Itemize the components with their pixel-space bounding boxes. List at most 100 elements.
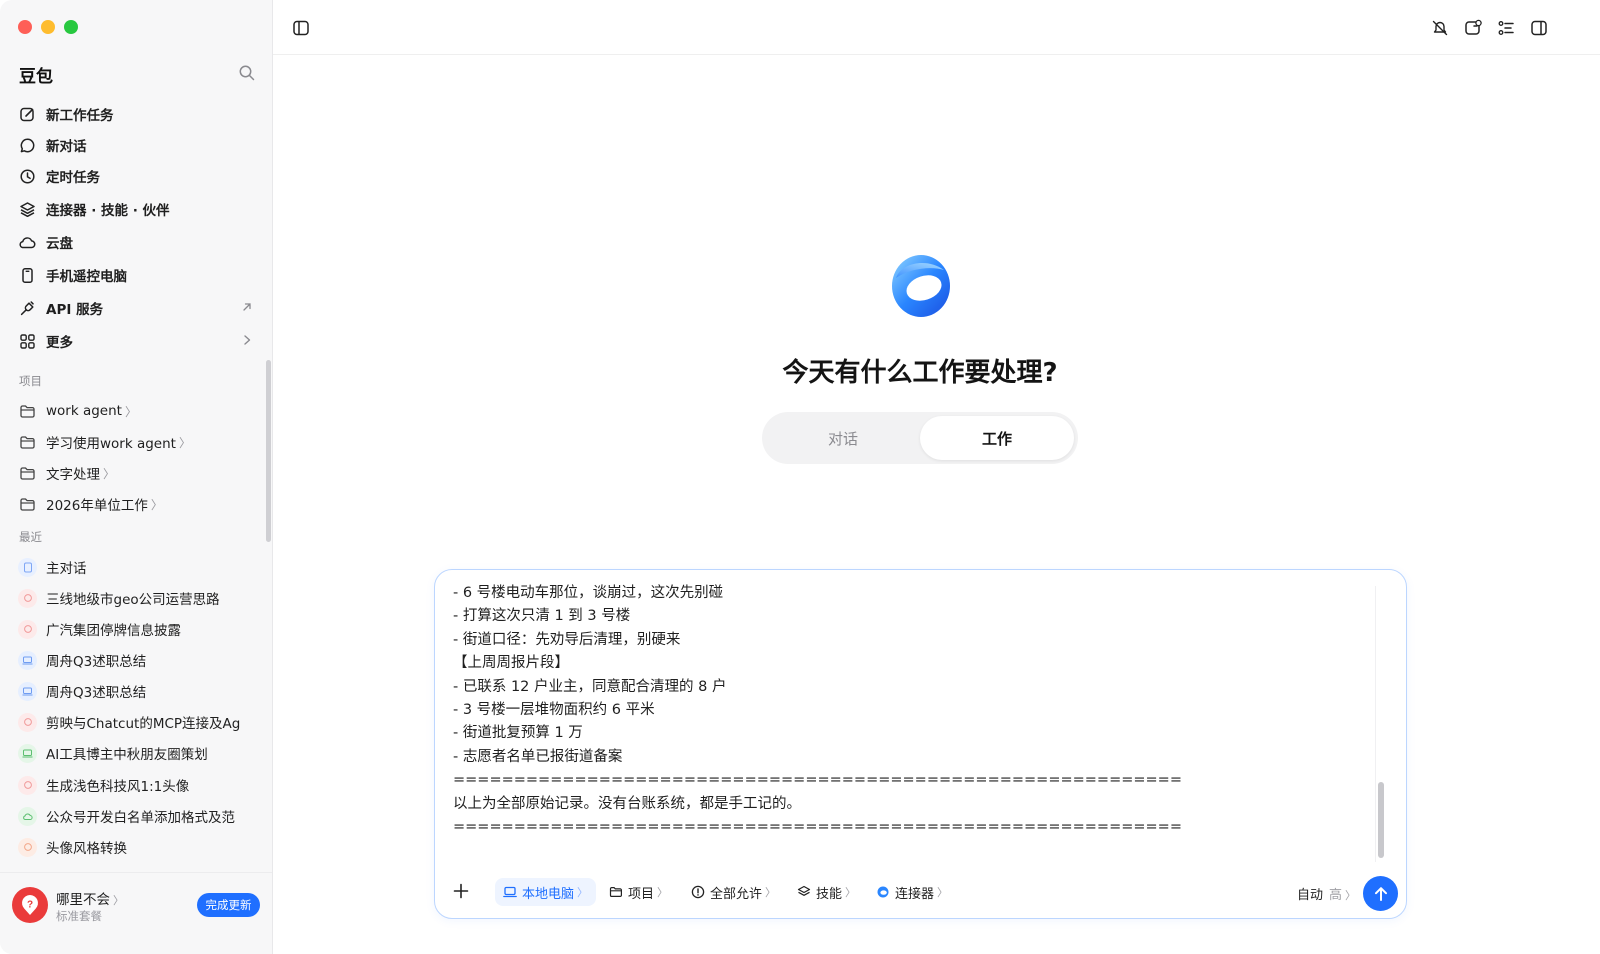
recent-item[interactable]: 三线地级市geo公司运营思路: [18, 585, 260, 611]
plug-icon: [18, 299, 36, 317]
project-item[interactable]: 2026年单位工作 〉: [18, 491, 260, 517]
tab-chat[interactable]: 对话: [766, 416, 920, 460]
window-controls: [18, 20, 78, 34]
tab-work[interactable]: 工作: [920, 416, 1074, 460]
skills-selector[interactable]: 技能 〉: [789, 878, 864, 906]
nav-label: 新工作任务: [46, 108, 114, 124]
laptop-type-icon: [18, 650, 37, 670]
chevron-right-icon: 〉: [103, 466, 116, 481]
project-label: work agent: [46, 403, 122, 419]
svg-text:?: ?: [27, 900, 33, 911]
nav-new-work-task[interactable]: 新工作任务: [18, 100, 260, 128]
mute-notification-icon[interactable]: [1430, 18, 1450, 38]
avatar[interactable]: ?: [12, 887, 48, 923]
composer-line: 【上周周报片段】: [453, 655, 569, 672]
maximize-window-button[interactable]: [64, 20, 78, 34]
recent-item[interactable]: 周舟Q3述职总结: [18, 647, 260, 673]
complete-update-button[interactable]: 完成更新: [197, 893, 260, 917]
minimize-window-button[interactable]: [41, 20, 55, 34]
grid-icon: [18, 332, 36, 350]
toggle-sidebar-icon[interactable]: [291, 18, 311, 38]
new-window-icon[interactable]: [1463, 18, 1483, 38]
connectors-selector[interactable]: 连接器 〉: [868, 878, 956, 906]
recent-item[interactable]: 广汽集团停牌信息披露: [18, 616, 260, 642]
nav-cloud-drive[interactable]: 云盘: [18, 228, 260, 256]
composer-line: - 志愿者名单已报街道备案: [453, 748, 623, 765]
chevron-right-icon: 〉: [657, 886, 669, 899]
send-button[interactable]: [1363, 876, 1398, 911]
chevron-right-icon: 〉: [1345, 889, 1357, 902]
chevron-right-icon: 〉: [178, 435, 191, 450]
folder-icon: [18, 464, 36, 482]
recent-label: 剪映与Chatcut的MCP连接及Ag: [46, 716, 241, 732]
chevron-right-icon: 〉: [765, 886, 777, 899]
recent-label: 周舟Q3述职总结: [46, 654, 147, 670]
nav-phone-remote[interactable]: 手机遥控电脑: [18, 261, 260, 289]
nav-new-chat[interactable]: 新对话: [18, 131, 260, 159]
chevron-right-icon: 〉: [937, 886, 949, 899]
chip-label: 连接器: [895, 886, 935, 902]
recent-item[interactable]: 头像风格转换: [18, 834, 260, 860]
nav-api-service[interactable]: API 服务: [18, 294, 260, 322]
chevron-right-icon: [240, 333, 254, 347]
nav-scheduled-tasks[interactable]: 定时任务: [18, 162, 260, 190]
projects-section-label: 项目: [19, 374, 42, 388]
local-computer-selector[interactable]: 本地电脑 〉: [495, 878, 597, 906]
search-icon[interactable]: [238, 64, 256, 82]
chat-type-icon: [18, 588, 37, 608]
recent-label: 广汽集团停牌信息披露: [46, 623, 181, 639]
sidebar-scrollbar[interactable]: [266, 360, 271, 542]
project-item[interactable]: 学习使用work agent 〉: [18, 429, 260, 455]
recent-item[interactable]: 主对话: [18, 554, 260, 580]
chat-type-icon: [18, 837, 37, 857]
project-selector[interactable]: 项目 〉: [601, 878, 676, 906]
project-item[interactable]: work agent 〉: [18, 398, 260, 424]
laptop-type-icon: [18, 743, 37, 763]
composer-line: - 3 号楼一层堆物面积约 6 平米: [453, 702, 655, 719]
chevron-right-icon: 〉: [113, 894, 124, 907]
recent-label: 三线地级市geo公司运营思路: [46, 592, 220, 608]
chevron-right-icon: 〉: [577, 886, 589, 899]
task-list-icon[interactable]: [1496, 18, 1516, 38]
recent-label: 主对话: [46, 561, 87, 577]
account-plan: 标准套餐: [56, 909, 102, 923]
cloud-icon: [18, 233, 36, 251]
folder-icon: [18, 402, 36, 420]
folder-icon: [18, 495, 36, 513]
model-mode-selector[interactable]: 自动高〉: [1297, 884, 1356, 903]
permission-selector[interactable]: 全部允许 〉: [683, 878, 784, 906]
composer-line: - 街道批复预算 1 万: [453, 725, 583, 742]
layers-icon: [18, 200, 36, 218]
composer-scrollbar[interactable]: [1378, 782, 1384, 858]
model-level-label: 高: [1329, 888, 1343, 903]
message-composer[interactable]: - 6 号楼电动车那位，谈崩过，这次先别碰 - 打算这次只清 1 到 3 号楼 - …: [434, 569, 1407, 919]
recent-item[interactable]: 周舟Q3述职总结: [18, 678, 260, 704]
composer-line: - 已联系 12 户业主，同意配合清理的 8 户: [453, 678, 727, 695]
recent-item[interactable]: AI工具博主中秋朋友圈策划: [18, 740, 260, 766]
recent-item[interactable]: 剪映与Chatcut的MCP连接及Ag: [18, 709, 260, 735]
nav-label: 手机遥控电脑: [46, 269, 127, 285]
nav-label: API 服务: [46, 302, 104, 318]
mode-switch: 对话 工作: [762, 412, 1078, 464]
nav-label: 连接器 · 技能 · 伙伴: [46, 203, 170, 219]
recent-item[interactable]: 公众号开发白名单添加格式及范: [18, 803, 260, 829]
add-attachment-icon[interactable]: [451, 881, 471, 901]
toggle-right-panel-icon[interactable]: [1529, 18, 1549, 38]
account-panel: ? 哪里不会〉 标准套餐 完成更新: [0, 872, 272, 954]
recent-label: 公众号开发白名单添加格式及范: [46, 810, 235, 826]
composer-toolbar: 本地电脑 〉 项目 〉 全部允许 〉 技能 〉 连接器 〉 自动 高 〉: [435, 872, 1408, 912]
composer-line: ========================================…: [453, 772, 1182, 789]
account-name[interactable]: 哪里不会〉: [56, 888, 124, 908]
recent-label: AI工具博主中秋朋友圈策划: [46, 747, 208, 763]
close-window-button[interactable]: [18, 20, 32, 34]
folder-icon: [609, 885, 623, 899]
nav-connectors-skills[interactable]: 连接器 · 技能 · 伙伴: [18, 195, 260, 223]
app-window: 豆包 新工作任务 新对话 定时任务 连接器 · 技能 · 伙伴 云盘 手机遥控电…: [0, 0, 1600, 954]
recent-label: 头像风格转换: [46, 841, 127, 857]
composer-textarea[interactable]: - 6 号楼电动车那位，谈崩过，这次先别碰 - 打算这次只清 1 到 3 号楼 - …: [453, 582, 1373, 858]
project-label: 2026年单位工作: [46, 498, 148, 514]
recent-item[interactable]: 生成浅色科技风1:1头像: [18, 772, 260, 798]
nav-more[interactable]: 更多: [18, 327, 260, 355]
model-mode-label: 自动: [1297, 888, 1324, 903]
project-item[interactable]: 文字处理 〉: [18, 460, 260, 486]
